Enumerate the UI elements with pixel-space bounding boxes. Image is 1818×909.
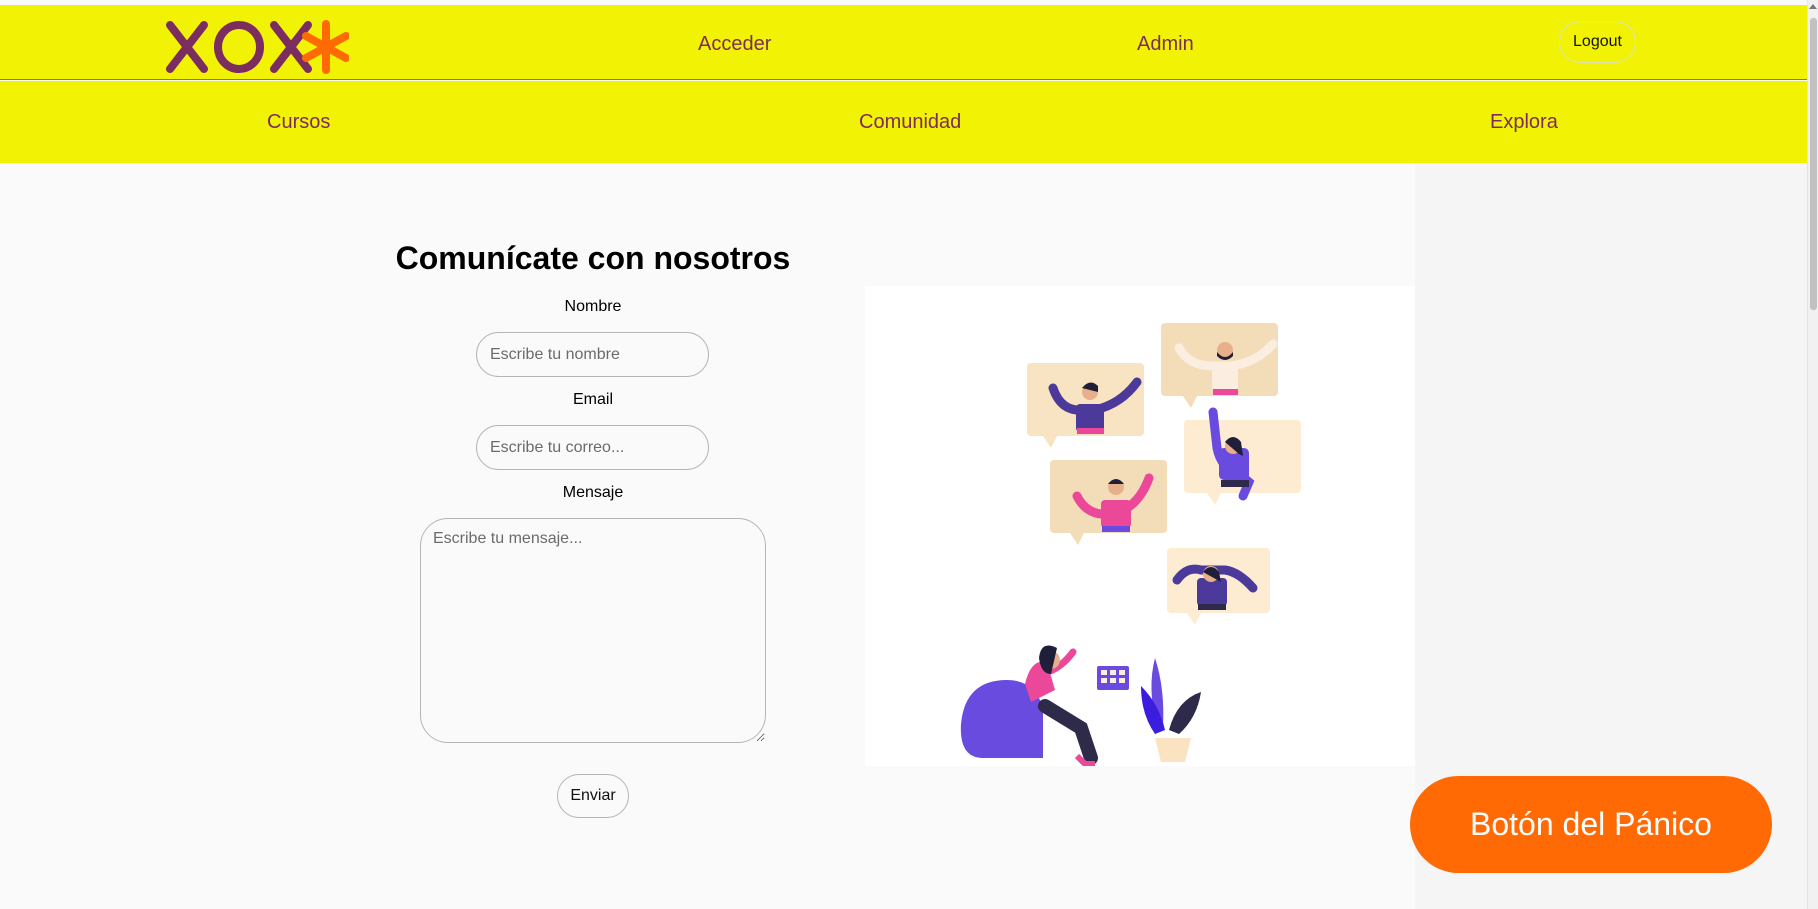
nav-link-acceder[interactable]: Acceder [698, 33, 771, 56]
chat-bubble-person-3 [1184, 407, 1301, 505]
top-navbar: Acceder Admin Logout [0, 5, 1807, 80]
scroll-up-arrow-icon[interactable] [1809, 4, 1817, 9]
page-scrollbar[interactable] [1807, 0, 1818, 909]
logout-button[interactable]: Logout [1559, 21, 1636, 63]
chat-bubble-person-1 [1027, 363, 1144, 448]
woman-with-laptop [960, 645, 1129, 766]
message-textarea[interactable] [420, 518, 766, 743]
name-label: Nombre [564, 298, 622, 315]
community-illustration [865, 286, 1415, 766]
chat-bubble-person-4 [1050, 460, 1167, 545]
nav-link-comunidad[interactable]: Comunidad [859, 111, 961, 134]
xox-logo[interactable] [164, 19, 349, 75]
secondary-navbar: Cursos Comunidad Explora [0, 81, 1807, 163]
chat-bubble-person-5 [1167, 548, 1270, 625]
email-label: Email [572, 391, 613, 408]
nav-link-admin[interactable]: Admin [1137, 33, 1194, 56]
contact-form-title: Comunícate con nosotros [395, 240, 791, 276]
potted-plant [1141, 658, 1201, 762]
message-label: Mensaje [562, 484, 624, 501]
email-input[interactable] [476, 425, 709, 470]
page: Acceder Admin Logout Cursos Comunidad Ex… [0, 0, 1818, 909]
chat-bubble-person-2 [1161, 323, 1278, 408]
nav-link-explora[interactable]: Explora [1490, 111, 1558, 134]
send-button[interactable]: Enviar [557, 774, 629, 818]
nav-link-cursos[interactable]: Cursos [267, 111, 330, 134]
scrollbar-thumb[interactable] [1810, 18, 1817, 310]
panic-button[interactable]: Botón del Pánico [1410, 776, 1772, 873]
name-input[interactable] [476, 332, 709, 377]
